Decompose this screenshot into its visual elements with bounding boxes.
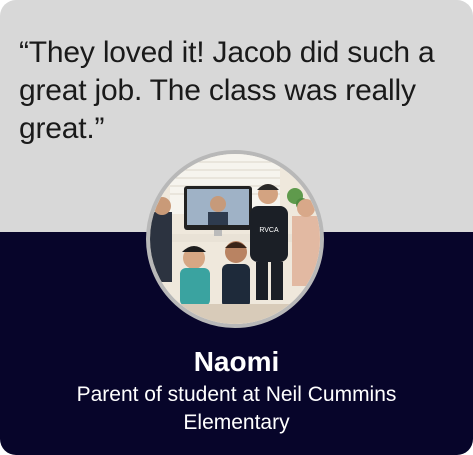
testimonial-quote: “They loved it! Jacob did such a great j… [19,36,435,145]
testimonial-role: Parent of student at Neil Cummins Elemen… [76,383,397,434]
avatar-photo: RVCA [146,150,324,328]
testimonial-card: “They loved it! Jacob did such a great j… [0,0,473,455]
hoodie-logo-text: RVCA [259,227,279,234]
testimonial-name: Naomi [193,346,280,377]
